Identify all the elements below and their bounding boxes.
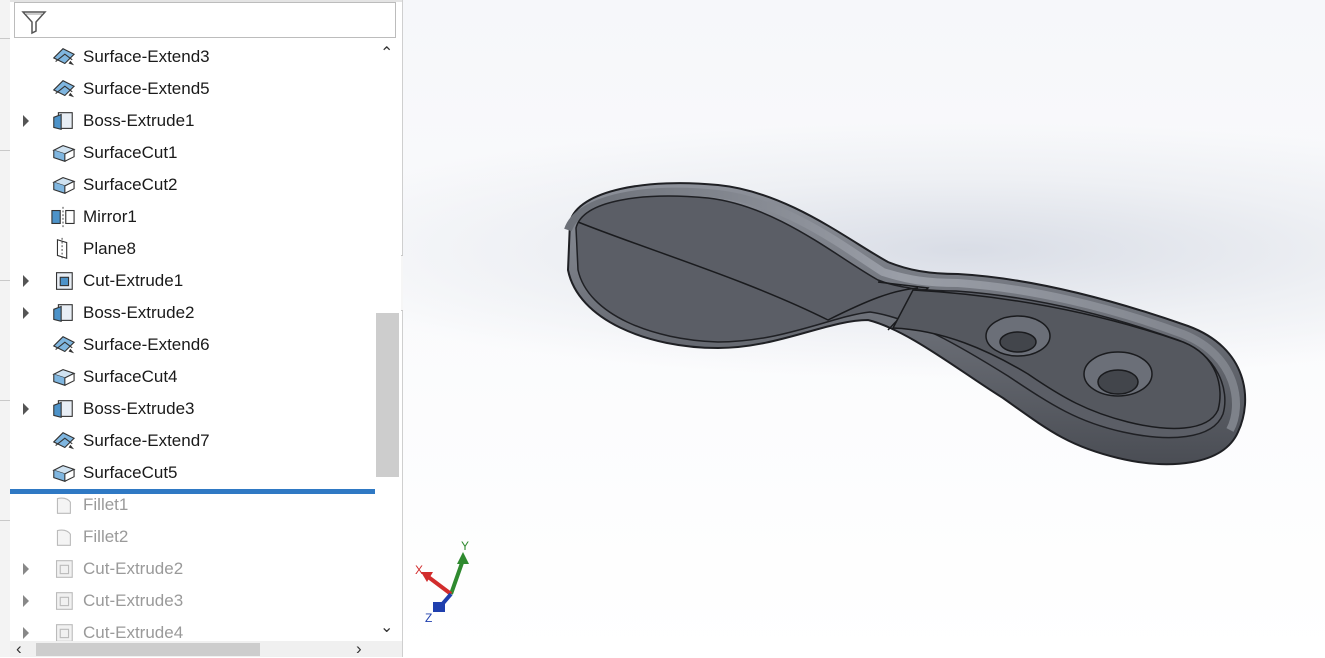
boss-extrude-icon — [53, 112, 73, 131]
tree-item-surfacecut1[interactable]: SurfaceCut1 — [10, 137, 376, 169]
boss-extrude-icon — [53, 304, 73, 323]
surface-extend-icon — [52, 80, 76, 98]
cut-extrude-icon — [55, 592, 73, 610]
scroll-right-icon[interactable]: › — [356, 640, 362, 657]
tree-item-label: Boss-Extrude2 — [83, 303, 195, 322]
tree-item-label: Cut-Extrude4 — [83, 623, 184, 641]
tree-item-label: SurfaceCut1 — [83, 143, 178, 162]
surface-extend-icon — [52, 336, 76, 354]
tree-item-cut-extrude4[interactable]: Cut-Extrude4 — [10, 617, 376, 641]
tree-item-surfacecut4[interactable]: SurfaceCut4 — [10, 361, 376, 393]
tree-item-boss-extrude2[interactable]: Boss-Extrude2 — [10, 297, 376, 329]
boss-extrude-icon — [53, 400, 73, 419]
tree-item-label: Surface-Extend6 — [83, 335, 210, 354]
tree-item-label: Cut-Extrude1 — [83, 271, 184, 290]
tree-item-surfacecut5[interactable]: SurfaceCut5 — [10, 457, 376, 489]
strip-divider — [0, 150, 10, 169]
fillet-icon — [56, 529, 71, 546]
triad-z-box — [433, 602, 445, 612]
tree-item-label: Mirror1 — [83, 207, 137, 226]
expand-arrow-icon[interactable] — [23, 403, 29, 415]
tree-item-label: Cut-Extrude3 — [83, 591, 184, 610]
orientation-triad: Y X Z — [415, 539, 469, 625]
model-boss-2-hole — [1097, 369, 1139, 395]
strip-divider — [0, 38, 10, 57]
mirror-icon — [51, 206, 75, 228]
tree-item-label: Fillet1 — [83, 495, 129, 514]
tree-item-surface-extend5[interactable]: Surface-Extend5 — [10, 73, 376, 105]
part-model[interactable] — [548, 170, 1268, 480]
strip-divider — [0, 400, 10, 419]
feature-filter-bar[interactable] — [14, 2, 396, 38]
expand-arrow-icon[interactable] — [23, 307, 29, 319]
tree-item-mirror1[interactable]: Mirror1 — [10, 201, 376, 233]
surface-extend-icon — [52, 48, 76, 66]
tree-item-boss-extrude3[interactable]: Boss-Extrude3 — [10, 393, 376, 425]
tree-item-label: Fillet2 — [83, 527, 129, 546]
scroll-up-icon[interactable]: ⌃ — [380, 46, 393, 62]
horizontal-scroll-thumb[interactable] — [36, 643, 260, 656]
graphics-viewport[interactable]: Y X Z — [403, 0, 1325, 657]
expand-arrow-icon[interactable] — [23, 595, 29, 607]
vertical-scroll-thumb[interactable] — [376, 313, 399, 477]
tree-item-label: Cut-Extrude2 — [83, 559, 184, 578]
tree-item-label: Surface-Extend5 — [83, 79, 210, 98]
tree-item-plane8[interactable]: Plane8 — [10, 233, 376, 265]
tree-item-cut-extrude1[interactable]: Cut-Extrude1 — [10, 265, 376, 297]
triad-x-axis — [425, 574, 453, 596]
tree-item-label: Surface-Extend7 — [83, 431, 210, 450]
scroll-left-icon[interactable]: ‹ — [16, 640, 22, 657]
cut-extrude-icon — [55, 560, 73, 578]
feature-tree: Surface-Extend3 Surface-Extend5 Boss-Extru… — [10, 41, 376, 641]
expand-arrow-icon[interactable] — [23, 115, 29, 127]
tree-item-label: SurfaceCut2 — [83, 175, 178, 194]
filter-icon[interactable] — [21, 9, 47, 35]
triad-y-label: Y — [461, 539, 469, 553]
tree-item-surfacecut2[interactable]: SurfaceCut2 — [10, 169, 376, 201]
tree-item-label: Boss-Extrude1 — [83, 111, 195, 130]
feature-manager-panel: Surface-Extend3 Surface-Extend5 Boss-Extru… — [10, 0, 403, 657]
tree-item-label: SurfaceCut5 — [83, 463, 178, 482]
tree-item-fillet2[interactable]: Fillet2 — [10, 521, 376, 553]
tree-item-surface-extend7[interactable]: Surface-Extend7 — [10, 425, 376, 457]
expand-arrow-icon[interactable] — [23, 563, 29, 575]
surface-cut-icon — [52, 465, 76, 483]
tree-item-label: Surface-Extend3 — [83, 47, 210, 66]
strip-divider — [0, 280, 10, 299]
model-boss-1-hole — [999, 331, 1037, 353]
rollback-bar[interactable] — [10, 489, 375, 494]
tree-item-cut-extrude3[interactable]: Cut-Extrude3 — [10, 585, 376, 617]
tree-item-label: Plane8 — [83, 239, 136, 258]
surface-extend-icon — [52, 432, 76, 450]
triad-z-label: Z — [425, 611, 432, 625]
surface-cut-icon — [52, 177, 76, 195]
expand-arrow-icon[interactable] — [23, 627, 29, 639]
scroll-down-icon[interactable]: ⌄ — [380, 620, 393, 636]
tree-item-label: Boss-Extrude3 — [83, 399, 195, 418]
tree-item-boss-extrude1[interactable]: Boss-Extrude1 — [10, 105, 376, 137]
triad-y-arrow — [457, 552, 469, 564]
fillet-icon — [56, 497, 71, 514]
tree-item-surface-extend6[interactable]: Surface-Extend6 — [10, 329, 376, 361]
strip-divider — [0, 520, 10, 539]
triad-y-axis — [449, 559, 465, 595]
triad-x-label: X — [415, 563, 423, 577]
expand-arrow-icon[interactable] — [23, 275, 29, 287]
tree-item-label: SurfaceCut4 — [83, 367, 178, 386]
tree-item-surface-extend3[interactable]: Surface-Extend3 — [10, 41, 376, 73]
tree-item-cut-extrude2[interactable]: Cut-Extrude2 — [10, 553, 376, 585]
cut-extrude-icon — [55, 624, 73, 641]
plane-icon — [56, 237, 68, 261]
surface-cut-icon — [52, 369, 76, 387]
surface-cut-icon — [52, 145, 76, 163]
cut-extrude-icon — [55, 272, 73, 290]
